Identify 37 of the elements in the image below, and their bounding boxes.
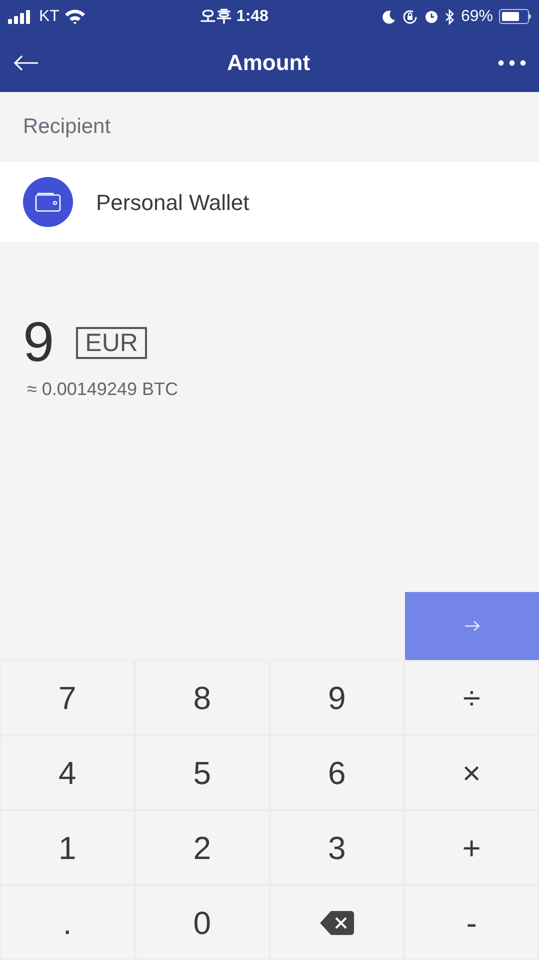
battery-percent: 69% [460,6,493,26]
moon-icon [382,10,396,24]
keypad-key[interactable]: 1 [0,810,135,885]
arrow-icon [464,621,480,631]
battery-icon [498,9,531,24]
recipient-row[interactable]: Personal Wallet [0,162,539,242]
section-heading: Recipient [23,114,111,140]
backspace-icon [318,910,355,936]
amount-value: 9 [23,314,54,370]
keypad-key[interactable]: 7 [0,660,135,735]
keypad-key[interactable]: 5 [134,735,270,810]
keypad-key[interactable]: - [404,885,539,960]
keypad-key[interactable]: . [0,885,135,960]
rotation-lock-icon [402,8,418,24]
wifi-icon [64,8,86,24]
backspace-key[interactable] [270,885,404,960]
keypad-key[interactable]: ÷ [404,660,539,735]
screen-title: Amount [226,49,310,77]
status-time: 오후 1:48 [200,6,268,26]
keypad-key[interactable]: 6 [270,735,404,810]
keypad-key[interactable]: 0 [134,885,270,960]
keypad-key[interactable]: 8 [134,660,270,735]
keypad-key[interactable]: + [404,810,539,885]
back-arrow-icon [13,54,39,70]
conversion-text: ≈ 0.00149249 BTC [27,378,179,401]
keypad-key[interactable]: 3 [270,810,404,885]
alarm-icon [424,9,439,24]
currency-selector[interactable]: EUR [76,327,147,359]
carrier-label: KT [39,6,60,26]
keypad-key[interactable]: × [404,735,539,810]
keypad-key[interactable]: 9 [270,660,404,735]
recipient-name: Personal Wallet [96,188,250,216]
more-icon [498,60,526,66]
bluetooth-icon [444,8,455,24]
wallet-icon [23,177,73,227]
keypad-key[interactable]: 4 [0,735,135,810]
keypad-key[interactable]: 2 [134,810,270,885]
